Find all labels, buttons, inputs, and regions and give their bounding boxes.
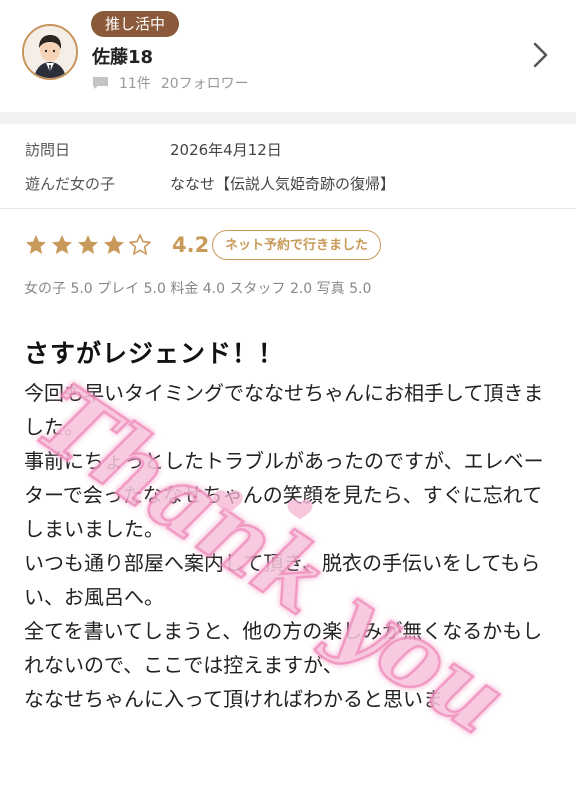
review-paragraph: 今回も早いタイミングでななせちゃんにお相手して頂きました。 [24,381,544,439]
user-stats: 11件 20フォロワー [92,73,249,93]
section-divider [0,112,576,124]
review-paragraph: ななせちゃんに入って頂ければわかると思いま [24,687,443,711]
info-divider [0,208,576,209]
chevron-right-icon[interactable] [530,40,552,70]
avatar-person-icon [24,26,76,78]
star-icon-filled [78,235,98,254]
girl-label: 遊んだ女の子 [25,175,116,193]
follower-count[interactable]: 20フォロワー [161,73,249,93]
star-icon-empty [129,234,151,255]
user-name[interactable]: 佐藤18 [92,43,153,69]
net-booking-badge: ネット予約で行きました [212,230,382,260]
chat-bubble-icon [93,77,108,89]
review-paragraph: 全てを書いてしまうと、他の方の楽しみが無くなるかもしれないので、ここでは控えます… [24,619,543,677]
reviewer-header[interactable]: 推し活中 佐藤18 11件 20フォロワー [0,0,576,112]
review-body: 今回も早いタイミングでななせちゃんにお相手して頂きました。 事前にちょっとしたト… [24,376,554,716]
star-rating [24,233,152,257]
star-icon-filled [52,235,72,254]
review-paragraph: 事前にちょっとしたトラブルがあったのですが、エレベーターで会ったななせちゃんの笑… [24,449,544,541]
visit-date-label: 訪問日 [25,141,71,159]
review-paragraph: いつも通り部屋へ案内して頂き、脱衣の手伝いをしてもらい、お風呂へ。 [24,551,541,609]
star-icon-filled [26,235,46,254]
review-count: 11件 [119,76,151,92]
visit-date-value: 2026年4月12日 [170,141,282,159]
subscores: 女の子 5.0 プレイ 5.0 料金 4.0 スタッフ 2.0 写真 5.0 [24,281,372,297]
review-title: さすがレジェンド！！ [24,339,285,368]
girl-name-link[interactable]: ななせ【伝説人気姫奇跡の復帰】 [170,173,395,194]
oshi-status-badge: 推し活中 [91,11,180,37]
rating-score: 4.2 [172,233,210,257]
avatar[interactable] [22,24,78,80]
star-icon-filled [104,235,124,254]
